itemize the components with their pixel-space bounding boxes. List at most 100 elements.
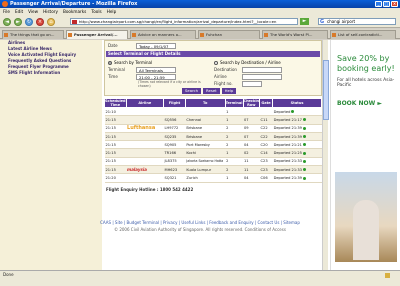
airline-select[interactable]: [242, 73, 282, 80]
ad-banner[interactable]: Save 20% by booking early! For all hotel…: [330, 40, 400, 270]
tab-1[interactable]: Passenger Arrival/...: [66, 30, 128, 39]
minimize-button[interactable]: _: [375, 1, 382, 7]
back-icon[interactable]: ◄: [3, 18, 11, 26]
home-icon[interactable]: ⌂: [47, 18, 55, 26]
tab-label: Fuhchan: [206, 32, 223, 37]
menu-tools[interactable]: Tools: [91, 8, 101, 15]
cell-to: Kuala Lumpur: [185, 165, 226, 175]
terminal-label: Terminal: [108, 67, 125, 72]
tab-favicon: [264, 33, 268, 37]
radio-by-terminal[interactable]: [108, 61, 112, 65]
tab-label: The things that go on...: [10, 32, 55, 37]
table-row[interactable]: 21:15 JL8375 Jakarta Soekarno Hatta 2 11…: [104, 157, 322, 167]
date-select[interactable]: Today - 09/1/07: [136, 42, 176, 49]
cell-flight: SQ905: [163, 140, 186, 150]
terminal-select[interactable]: All Terminals: [136, 66, 176, 73]
cell-terminal: 2: [225, 140, 243, 150]
flight-no-input[interactable]: [242, 80, 262, 87]
cell-row: 04: [243, 140, 260, 150]
tab-5[interactable]: List of self-contradicti...: [330, 30, 396, 39]
status-dot-icon: [302, 126, 306, 130]
destination-label: Destination: [214, 67, 237, 72]
table-row[interactable]: 21:15 TR166 Kochi 1 02 C14 Departed 21:2…: [104, 148, 322, 158]
col-gate: Gate: [259, 98, 274, 108]
cell-time: 21:15: [104, 140, 127, 150]
cell-flight: SQ556: [163, 115, 186, 125]
tab-label: List of self-contradicti...: [338, 32, 383, 37]
site-favicon: [72, 20, 77, 24]
vertical-scrollbar[interactable]: [322, 40, 329, 270]
search-button[interactable]: Search: [182, 87, 202, 94]
menu-view[interactable]: View: [28, 8, 38, 15]
status-text: Departed: [273, 109, 291, 114]
cell-status: Departed 21:25: [272, 148, 322, 158]
status-text: Departed 21:39: [273, 176, 302, 181]
destination-select[interactable]: [242, 66, 282, 73]
close-button[interactable]: ×: [391, 1, 398, 7]
tab-favicon: [200, 33, 204, 37]
tab-favicon: [332, 33, 336, 37]
cell-gate: C14: [259, 148, 273, 158]
cell-airline: malaysia: [126, 165, 164, 175]
ad-book-now[interactable]: BOOK NOW ►: [331, 88, 400, 107]
table-row[interactable]: 21:15 malaysia MH623 Kuala Lumpur 2 11 C…: [104, 165, 322, 175]
cell-status: Departed 21:21: [272, 140, 322, 150]
sidebar-item-sms[interactable]: SMS Flight Information: [0, 70, 102, 76]
maximize-button[interactable]: □: [383, 1, 390, 7]
tab-0[interactable]: The things that go on...: [2, 30, 64, 39]
tab-3[interactable]: Fuhchan: [198, 30, 260, 39]
table-row[interactable]: 21:15 Lufthansa LH9772 Brisbane 2 09 C22…: [104, 124, 322, 133]
cell-flight: [163, 107, 186, 117]
help-button[interactable]: Help: [221, 87, 237, 94]
tab-favicon: [4, 33, 8, 37]
menu-file[interactable]: File: [3, 8, 10, 15]
cell-time: 21:20: [104, 173, 127, 183]
tab-label: The World's Worst Pl...: [270, 32, 313, 37]
ad-headline: Save 20% by booking early!: [337, 54, 395, 73]
status-dot-icon: [302, 118, 306, 122]
window-title: Passenger Arrival/Departure - Mozilla Fi…: [10, 1, 138, 7]
status-text: Departed 21:33: [273, 159, 302, 164]
status-dot-icon: [302, 151, 306, 155]
search-input[interactable]: G changi airport: [318, 18, 396, 25]
ad-photo: [335, 172, 397, 262]
menu-bookmarks[interactable]: Bookmarks: [63, 8, 86, 15]
tab-2[interactable]: Advice on manners o...: [130, 30, 196, 39]
radio-by-destination[interactable]: [214, 61, 218, 65]
cell-row: 11: [243, 157, 260, 167]
menu-help[interactable]: Help: [107, 8, 117, 15]
enquiry-hotline: Flight Enquiry Hotline : 1800 542 4422: [106, 186, 194, 192]
cell-time: 21:15: [104, 148, 127, 158]
reload-icon[interactable]: ↻: [25, 18, 33, 26]
flight-search-form: Date Today - 09/1/07 Select Terminal or …: [104, 40, 322, 96]
cell-terminal: 2: [225, 165, 243, 175]
reset-button[interactable]: Reset: [203, 87, 220, 94]
menu-edit[interactable]: Edit: [15, 8, 23, 15]
cell-terminal: 1: [225, 148, 243, 158]
table-row[interactable]: 21:15 SQ905 Port Moresby 2 04 C20 Depart…: [104, 140, 322, 150]
menu-history[interactable]: History: [43, 8, 58, 15]
tab-bar: The things that go on... Passenger Arriv…: [0, 29, 400, 39]
flight-table: Scheduled Time Airline Flight To Termina…: [104, 98, 322, 183]
cell-gate: C22: [259, 132, 273, 142]
cell-status: Departed 21:33: [272, 165, 322, 175]
status-text: Departed 21:21: [273, 142, 302, 147]
cell-time: 21:15: [104, 115, 127, 125]
cell-airline: [126, 132, 164, 142]
stop-icon[interactable]: ×: [36, 18, 44, 26]
time-note: (Times not relevant if a city or airline…: [138, 79, 201, 88]
table-row[interactable]: 21:20 SQ321 Zurich 1 04 C06 Departed 21:…: [104, 173, 322, 183]
table-row[interactable]: 21:10 1 Departed: [104, 107, 322, 117]
table-row[interactable]: 21:15 SQ556 Chennai 1 07 C11 Departed 21…: [104, 115, 322, 125]
col-airline: Airline: [125, 98, 164, 108]
table-row[interactable]: 21:15 SQ235 Brisbane 2 07 C22 Departed 2…: [104, 132, 322, 142]
status-text: Done: [3, 272, 14, 277]
url-bar[interactable]: http://www.changiairport.com.sg/changi/e…: [70, 18, 298, 25]
status-text: Departed 21:39: [273, 134, 302, 139]
tab-favicon: [132, 33, 136, 37]
tab-4[interactable]: The World's Worst Pl...: [262, 30, 328, 39]
go-button[interactable]: ►: [300, 18, 309, 25]
forward-icon[interactable]: ►: [14, 18, 22, 26]
scrollbar-thumb[interactable]: [323, 60, 329, 120]
cell-time: 21:15: [104, 165, 127, 175]
